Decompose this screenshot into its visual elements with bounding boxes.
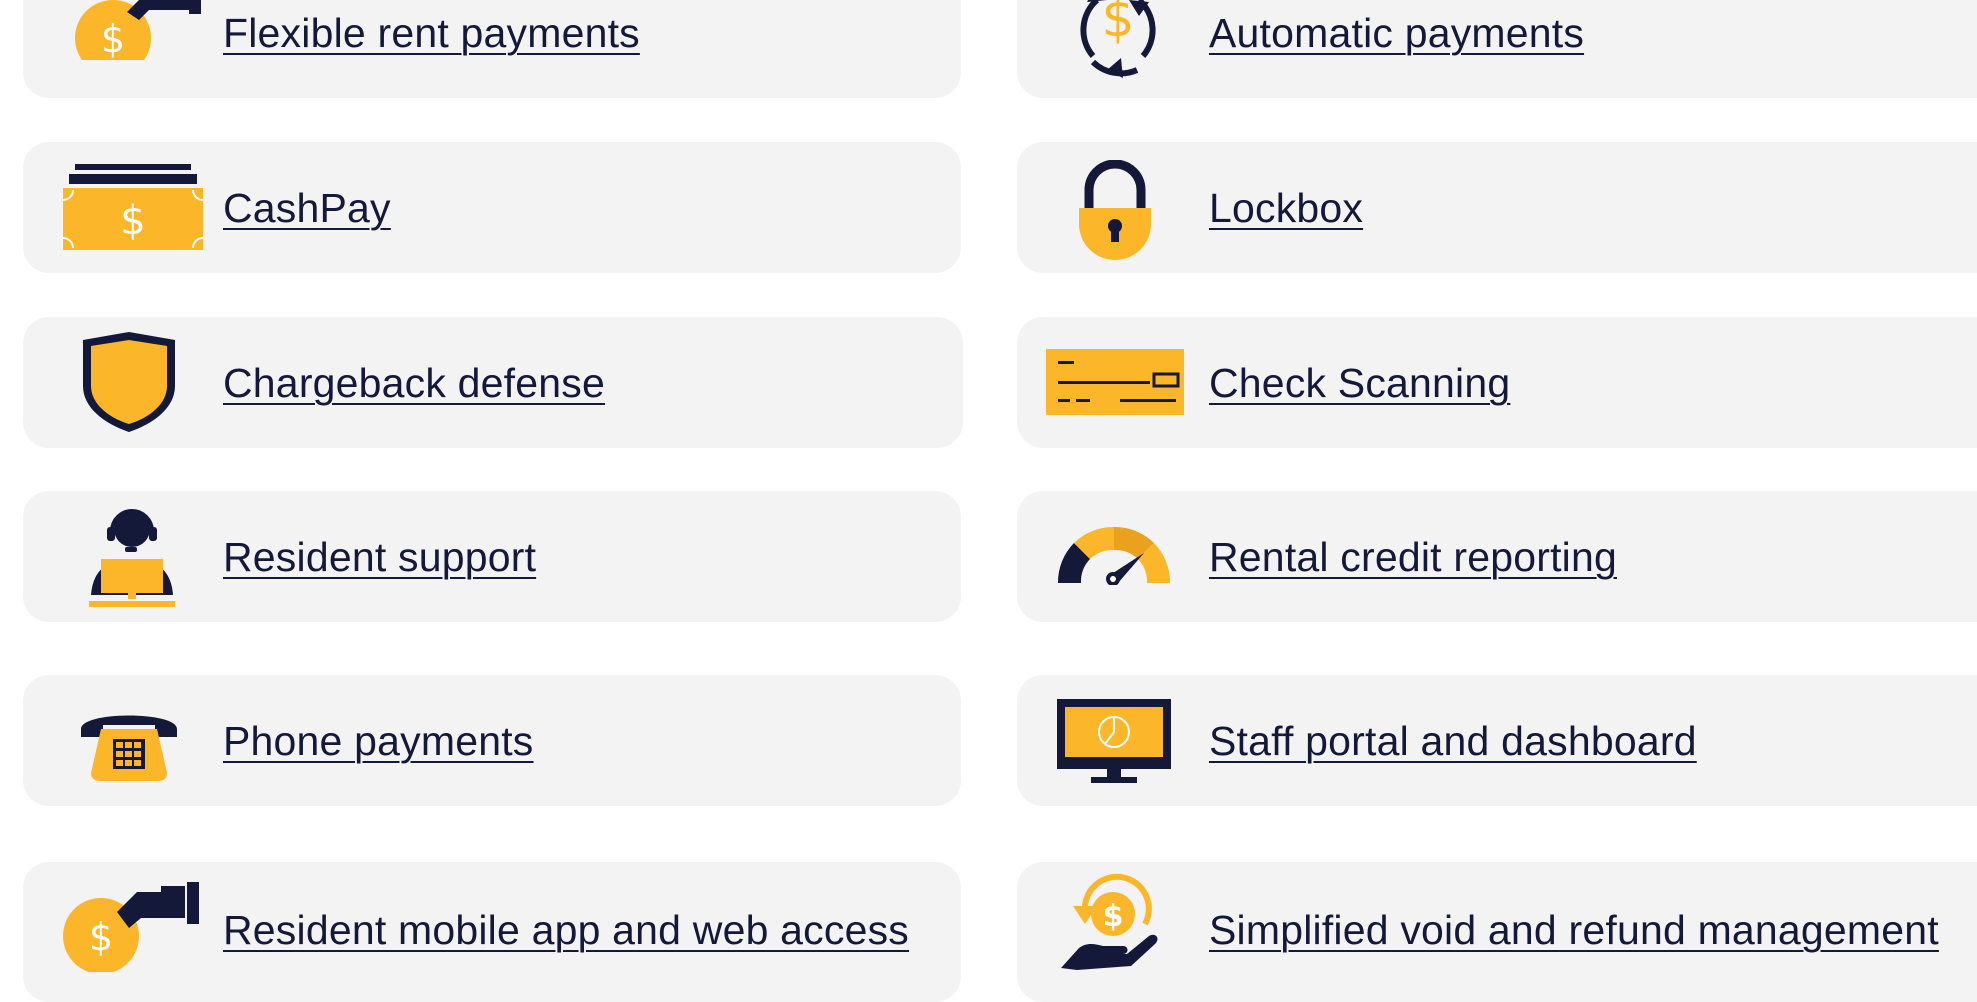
refund-hand-icon: $: [1061, 873, 1158, 970]
feature-label[interactable]: Lockbox: [1209, 185, 1363, 232]
feature-label[interactable]: Phone payments: [223, 718, 534, 765]
feature-card-phone-payments[interactable]: Phone payments: [23, 675, 961, 806]
shield-icon: [83, 332, 175, 432]
svg-text:$: $: [1103, 899, 1124, 934]
hand-coin-icon: $: [75, 0, 201, 60]
feature-card-flexible-rent-payments[interactable]: $ Flexible rent payments: [23, 0, 961, 98]
hand-coin-icon: $: [63, 882, 199, 972]
cash-bill-icon: $: [63, 164, 203, 250]
feature-card-automatic-payments[interactable]: $ Automatic payments: [1017, 0, 1977, 98]
feature-card-check-scanning[interactable]: Check Scanning: [1017, 317, 1977, 448]
feature-label[interactable]: Resident support: [223, 534, 536, 581]
recurring-payment-icon: $: [1080, 0, 1156, 78]
svg-text:$: $: [101, 17, 125, 60]
padlock-icon: [1079, 160, 1151, 260]
feature-label[interactable]: Check Scanning: [1209, 360, 1510, 407]
feature-card-rental-credit-reporting[interactable]: Rental credit reporting: [1017, 491, 1977, 622]
feature-card-cashpay[interactable]: $ CashPay: [23, 142, 961, 273]
telephone-icon: [81, 715, 177, 781]
svg-text:$: $: [89, 915, 113, 959]
feature-label[interactable]: Flexible rent payments: [223, 10, 640, 57]
feature-label[interactable]: Automatic payments: [1209, 10, 1584, 57]
feature-label[interactable]: CashPay: [223, 185, 391, 232]
feature-label[interactable]: Staff portal and dashboard: [1209, 718, 1697, 765]
feature-card-chargeback-defense[interactable]: Chargeback defense: [23, 317, 963, 448]
feature-label[interactable]: Chargeback defense: [223, 360, 605, 407]
feature-card-void-refund[interactable]: $ Simplified void and refund management: [1017, 862, 1977, 1002]
credit-gauge-icon: [1057, 526, 1171, 585]
feature-card-staff-portal[interactable]: Staff portal and dashboard: [1017, 675, 1977, 806]
support-agent-icon: [89, 509, 175, 607]
feature-card-resident-support[interactable]: Resident support: [23, 491, 961, 622]
svg-text:$: $: [120, 198, 145, 244]
feature-card-resident-mobile-app[interactable]: $ Resident mobile app and web access: [23, 862, 961, 1002]
monitor-chart-icon: [1057, 699, 1171, 783]
feature-label[interactable]: Resident mobile app and web access: [223, 907, 909, 954]
feature-label[interactable]: Simplified void and refund management: [1209, 907, 1939, 954]
feature-card-lockbox[interactable]: Lockbox: [1017, 142, 1977, 273]
feature-label[interactable]: Rental credit reporting: [1209, 534, 1617, 581]
svg-text:$: $: [1101, 0, 1134, 49]
check-icon: [1046, 349, 1184, 415]
